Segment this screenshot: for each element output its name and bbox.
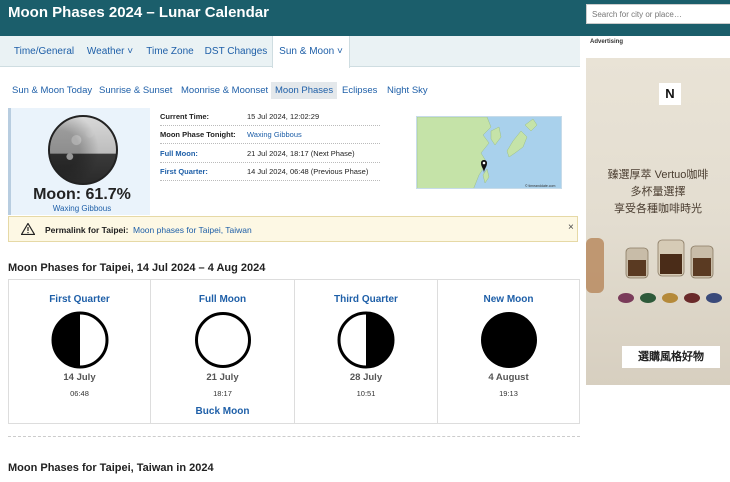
subnav-eclipses[interactable]: Eclipses [338, 82, 381, 99]
phase-time: 06:48 [70, 389, 89, 398]
coffee-cups-image [586, 238, 722, 303]
subnav-sun-moon-today[interactable]: Sun & Moon Today [8, 82, 96, 99]
third-quarter-moon-icon [337, 311, 395, 369]
phase-name-link[interactable]: First Quarter [9, 294, 150, 305]
section-divider [8, 436, 580, 437]
phase-date: 21 July [206, 372, 239, 383]
first-quarter-moon-icon [51, 311, 108, 369]
info-row-full-moon: Full Moon: 21 Jul 2024, 18:17 (Next Phas… [160, 145, 380, 163]
permalink-link[interactable]: Moon phases for Taipei, Taiwan [133, 225, 252, 235]
phase-time: 18:17 [213, 389, 232, 398]
moon-name-link[interactable]: Buck Moon [151, 406, 294, 417]
ad-subline: 享受各種咖啡時光 [614, 203, 702, 215]
map-graphic: © timeanddate.com [417, 117, 561, 188]
info-row-phase-tonight: Moon Phase Tonight: Waxing Gibbous [160, 126, 380, 144]
permalink-label: Permalink for Taipei: [45, 225, 129, 235]
moon-illumination: Moon: 61.7% [33, 186, 131, 203]
phase-name-link[interactable]: Full Moon [151, 294, 294, 305]
ad-headline: 臻選厚萃 Vertuo咖啡 [607, 169, 709, 181]
current-moon-panel: Moon: 61.7% Waxing Gibbous [8, 108, 150, 215]
first-quarter-link[interactable]: First Quarter: [160, 167, 208, 176]
nav-item-weather[interactable]: Weather ˅ [80, 36, 140, 67]
advertisement[interactable]: N 臻選厚萃 Vertuo咖啡 多杯量選擇 享受各種咖啡時光 選購風格好物 [586, 58, 730, 385]
ad-cta-button[interactable]: 選購風格好物 [622, 346, 720, 368]
info-value: 15 Jul 2024, 12:02:29 [247, 112, 320, 121]
info-value: 21 Jul 2024, 18:17 (Next Phase) [247, 149, 355, 158]
main-nav: Time/General Weather ˅ Time Zone DST Cha… [0, 36, 580, 68]
nav-item-time-general[interactable]: Time/General [8, 36, 80, 67]
section-heading-year: Moon Phases for Taipei, Taiwan in 2024 [8, 462, 214, 474]
moon-phase-image [48, 115, 118, 185]
moon-phase-link[interactable]: Waxing Gibbous [11, 204, 153, 213]
sub-nav: Sun & Moon Today Sunrise & Sunset Moonri… [0, 82, 580, 100]
phase-cards: First Quarter 14 July 06:48 Full Moon 21… [8, 279, 580, 424]
full-moon-icon [194, 312, 251, 368]
subnav-night-sky[interactable]: Night Sky [383, 82, 432, 99]
new-moon-icon [480, 312, 537, 368]
nav-item-time-zone[interactable]: Time Zone [140, 36, 200, 67]
phase-name-link[interactable]: New Moon [438, 294, 579, 305]
phase-card-new-moon: New Moon 4 August 19:13 [438, 280, 579, 423]
location-map[interactable]: © timeanddate.com [416, 116, 562, 189]
phase-time: 10:51 [356, 389, 376, 398]
phase-card-full-moon: Full Moon 21 July 18:17 Buck Moon [151, 280, 295, 423]
phase-date: 4 August [488, 372, 529, 383]
permalink-bar: Permalink for Taipei: Moon phases for Ta… [8, 216, 578, 242]
section-heading-upcoming: Moon Phases for Taipei, 14 Jul 2024 – 4 … [8, 262, 266, 274]
phase-tonight-link[interactable]: Waxing Gibbous [247, 130, 302, 139]
page-title: Moon Phases 2024 – Lunar Calendar [8, 4, 269, 21]
info-label: Current Time: [160, 112, 210, 121]
nav-item-sun-moon[interactable]: Sun & Moon ˅ [272, 36, 350, 68]
close-icon[interactable]: × [568, 222, 574, 233]
phase-date: 28 July [349, 372, 383, 383]
search-input[interactable]: Search for city or place… [586, 4, 730, 24]
sidebar: Advertising N 臻選厚萃 Vertuo咖啡 多杯量選擇 享受各種咖啡… [586, 36, 730, 482]
subnav-sunrise-sunset[interactable]: Sunrise & Sunset [95, 82, 176, 99]
subnav-moonrise-moonset[interactable]: Moonrise & Moonset [177, 82, 272, 99]
nav-item-dst-changes[interactable]: DST Changes [200, 36, 272, 67]
phase-card-third-quarter: Third Quarter 28 July 10:51 [295, 280, 438, 423]
subnav-moon-phases[interactable]: Moon Phases [271, 82, 338, 99]
ad-label: Advertising [590, 39, 624, 45]
ad-subline: 多杯量選擇 [630, 186, 686, 198]
phase-name-link[interactable]: Third Quarter [295, 294, 437, 305]
phase-time: 19:13 [499, 389, 518, 398]
phase-date: 14 July [63, 372, 96, 383]
warning-icon [21, 223, 35, 235]
info-label: Moon Phase Tonight: [160, 130, 236, 139]
phase-card-first-quarter: First Quarter 14 July 06:48 [9, 280, 151, 423]
brand-logo: N [659, 83, 681, 105]
info-row-current-time: Current Time: 15 Jul 2024, 12:02:29 [160, 108, 380, 126]
full-moon-link[interactable]: Full Moon: [160, 149, 198, 158]
info-row-first-quarter: First Quarter: 14 Jul 2024, 06:48 (Previ… [160, 163, 380, 181]
map-credit: © timeanddate.com [525, 184, 555, 188]
info-value: 14 Jul 2024, 06:48 (Previous Phase) [247, 167, 369, 176]
